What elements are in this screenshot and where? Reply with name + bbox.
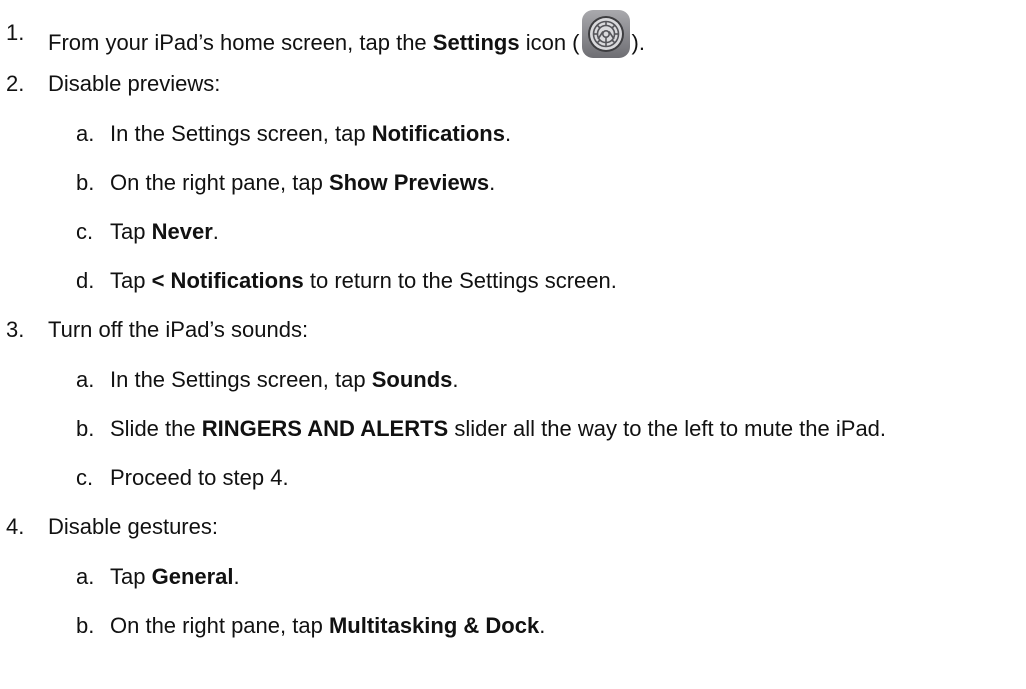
substep-bold-text: Sounds <box>371 367 453 392</box>
substep-bold-text: Multitasking & Dock <box>328 613 540 638</box>
substep-text: In the Settings screen, tap Sounds. <box>110 366 459 394</box>
substep-text-after: . <box>489 170 496 195</box>
substep-letter: c. <box>76 219 94 244</box>
substep-bold-text: < Notifications <box>151 268 304 293</box>
substep-text-after: . <box>452 367 459 392</box>
substep-bold-text: Never <box>151 219 213 244</box>
substep-letter: a. <box>76 564 95 589</box>
substep-text: Tap General. <box>110 563 240 591</box>
substep-letter: b. <box>76 170 95 195</box>
substep-text: Tap < Notifications to return to the Set… <box>110 267 617 295</box>
substep-text-before: Tap <box>110 564 152 589</box>
step-text: Turn off the iPad’s sounds: <box>48 317 309 342</box>
settings-gear-icon <box>581 9 631 59</box>
substep-text-after: . <box>539 613 546 638</box>
substep-text: Proceed to step 4. <box>110 465 289 490</box>
substep-bold-text: RINGERS AND ALERTS <box>201 416 449 441</box>
substep-letter: b. <box>76 416 95 441</box>
step-text: Disable gestures: <box>48 514 218 539</box>
substep-text-after: . <box>212 219 219 244</box>
substep-text: On the right pane, tap Multitasking & Do… <box>110 612 545 640</box>
step-text: Disable previews: <box>48 71 221 96</box>
substep-bold-text: General <box>151 564 234 589</box>
substep-text-before: On the right pane, tap <box>110 170 329 195</box>
instruction-document: 1. From your iPad’s home screen, tap the… <box>0 0 1026 689</box>
substep-text-before: Slide the <box>110 416 202 441</box>
step-text: From your iPad’s home screen, tap the Se… <box>48 10 645 69</box>
substep-text-before: Tap <box>110 268 152 293</box>
substep-letter: b. <box>76 613 95 638</box>
substep-text-after: . <box>233 564 240 589</box>
substep-text-before: Tap <box>110 219 152 244</box>
substep-bold-text: Show Previews <box>328 170 490 195</box>
substep-letter: d. <box>76 268 95 293</box>
step-number: 2. <box>6 71 25 96</box>
substep-text-after: . <box>504 121 512 146</box>
substep-letter: a. <box>76 367 95 392</box>
step-number: 4. <box>6 514 25 539</box>
substep-text-before: In the Settings screen, tap <box>110 121 372 146</box>
substep-text-before: In the Settings screen, tap <box>110 367 372 392</box>
substep-text-after: to return to the Settings screen. <box>303 268 617 293</box>
step-number: 3. <box>6 317 25 342</box>
substep-text: Slide the RINGERS AND ALERTS slider all … <box>110 415 886 443</box>
substep-text-after: slider all the way to the left to mute t… <box>448 416 887 441</box>
step-number: 1. <box>6 20 25 45</box>
substep-letter: a. <box>76 121 95 146</box>
step-text-after: ). <box>631 29 645 55</box>
substep-letter: c. <box>76 465 94 490</box>
step-text-before: From your iPad’s home screen, tap the <box>48 29 433 55</box>
substep-text: In the Settings screen, tap Notification… <box>110 120 511 148</box>
step-bold-text: Settings <box>432 29 520 55</box>
substep-bold-text: Notifications <box>371 121 505 146</box>
substep-text: On the right pane, tap Show Previews. <box>110 169 495 197</box>
substep-text-before: On the right pane, tap <box>110 613 329 638</box>
substep-text: Tap Never. <box>110 218 219 246</box>
step-text-middle: icon ( <box>519 29 580 55</box>
